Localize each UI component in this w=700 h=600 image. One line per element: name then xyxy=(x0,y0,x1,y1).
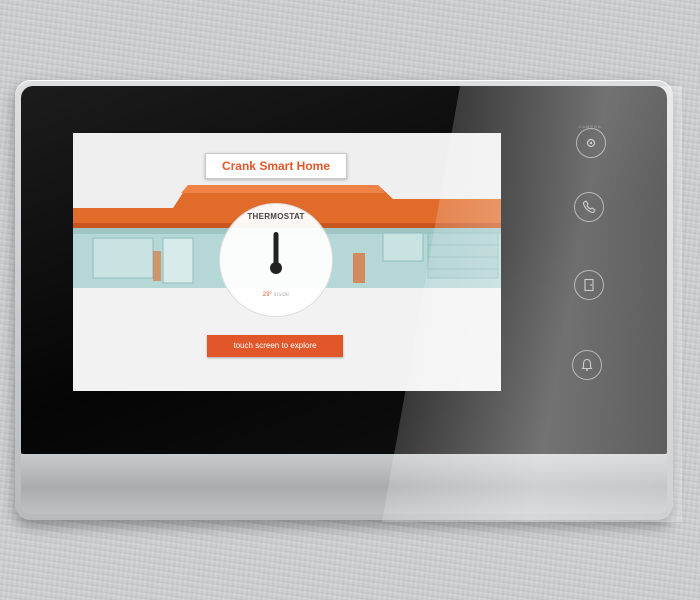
bell-icon xyxy=(581,358,593,371)
app-title: Crank Smart Home xyxy=(205,153,347,179)
camera-icon xyxy=(586,138,596,148)
phone-icon xyxy=(582,200,596,214)
temperature-value: 23° xyxy=(262,292,272,298)
touch-screen[interactable]: Crank Smart Home THERMOSTAT 23° inside t… xyxy=(73,133,501,391)
thermostat-label: THERMOSTAT xyxy=(247,212,305,221)
bell-button[interactable] xyxy=(572,350,602,380)
temperature-location: inside xyxy=(271,292,290,298)
door-button[interactable] xyxy=(574,270,604,300)
thermometer-icon xyxy=(270,232,282,274)
thermostat-widget[interactable]: THERMOSTAT 23° inside xyxy=(219,203,333,317)
phone-button[interactable] xyxy=(574,192,604,222)
temperature-readout: 23° inside xyxy=(220,292,332,298)
device-chin xyxy=(21,454,667,514)
camera-button[interactable] xyxy=(576,128,606,158)
explore-button[interactable]: touch screen to explore xyxy=(207,335,343,357)
door-icon xyxy=(584,278,594,292)
